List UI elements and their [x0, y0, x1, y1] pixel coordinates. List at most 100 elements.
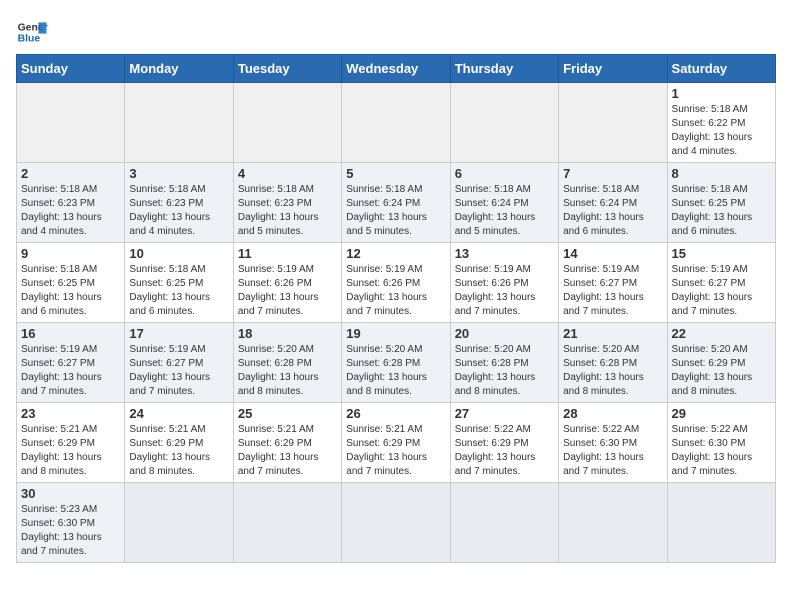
day-number: 30 [21, 486, 120, 501]
calendar-week-row: 23Sunrise: 5:21 AM Sunset: 6:29 PM Dayli… [17, 403, 776, 483]
day-number: 6 [455, 166, 554, 181]
calendar-cell [233, 83, 341, 163]
calendar-cell [450, 483, 558, 563]
day-info: Sunrise: 5:23 AM Sunset: 6:30 PM Dayligh… [21, 503, 120, 559]
calendar-week-row: 1Sunrise: 5:18 AM Sunset: 6:22 PM Daylig… [17, 83, 776, 163]
day-info: Sunrise: 5:20 AM Sunset: 6:28 PM Dayligh… [346, 343, 445, 399]
day-number: 10 [129, 246, 228, 261]
calendar-cell: 19 Sunrise: 5:20 AM Sunset: 6:28 PM Dayli… [342, 323, 450, 403]
day-number: 20 [455, 326, 554, 341]
day-info: Sunrise: 5:22 AM Sunset: 6:29 PM Dayligh… [455, 423, 554, 479]
generalblue-logo-icon: General Blue [16, 16, 48, 48]
page-header: General Blue [16, 16, 776, 48]
calendar-cell [450, 83, 558, 163]
calendar-week-row: 16 Sunrise: 5:19 AM Sunset: 6:27 PM Dayli… [17, 323, 776, 403]
column-header-monday: Monday [125, 55, 233, 83]
day-info: Sunrise: 5:18 AM Sunset: 6:23 PM Dayligh… [238, 183, 337, 239]
calendar-cell: 27Sunrise: 5:22 AM Sunset: 6:29 PM Dayli… [450, 403, 558, 483]
column-header-tuesday: Tuesday [233, 55, 341, 83]
column-header-thursday: Thursday [450, 55, 558, 83]
day-number: 13 [455, 246, 554, 261]
day-info: Sunrise: 5:20 AM Sunset: 6:28 PM Dayligh… [563, 343, 662, 399]
day-number: 3 [129, 166, 228, 181]
day-number: 5 [346, 166, 445, 181]
calendar-cell [667, 483, 775, 563]
svg-text:Blue: Blue [18, 34, 41, 45]
day-info: Sunrise: 5:18 AM Sunset: 6:24 PM Dayligh… [455, 183, 554, 239]
calendar-cell: 22Sunrise: 5:20 AM Sunset: 6:29 PM Dayli… [667, 323, 775, 403]
calendar-cell: 14 Sunrise: 5:19 AM Sunset: 6:27 PM Dayli… [559, 243, 667, 323]
day-info: Sunrise: 5:18 AM Sunset: 6:23 PM Dayligh… [129, 183, 228, 239]
calendar-cell [559, 83, 667, 163]
day-number: 17 [129, 326, 228, 341]
column-header-saturday: Saturday [667, 55, 775, 83]
calendar-cell [342, 83, 450, 163]
day-info: Sunrise: 5:18 AM Sunset: 6:22 PM Dayligh… [672, 103, 771, 159]
logo: General Blue [16, 16, 48, 48]
calendar-cell: 17 Sunrise: 5:19 AM Sunset: 6:27 PM Dayli… [125, 323, 233, 403]
calendar-cell: 6 Sunrise: 5:18 AM Sunset: 6:24 PM Daylig… [450, 163, 558, 243]
day-number: 24 [129, 406, 228, 421]
calendar-cell: 29Sunrise: 5:22 AM Sunset: 6:30 PM Dayli… [667, 403, 775, 483]
day-number: 18 [238, 326, 337, 341]
day-number: 28 [563, 406, 662, 421]
calendar-cell: 1Sunrise: 5:18 AM Sunset: 6:22 PM Daylig… [667, 83, 775, 163]
calendar-cell: 21 Sunrise: 5:20 AM Sunset: 6:28 PM Dayli… [559, 323, 667, 403]
day-info: Sunrise: 5:19 AM Sunset: 6:27 PM Dayligh… [129, 343, 228, 399]
calendar-cell [17, 83, 125, 163]
day-number: 8 [672, 166, 771, 181]
calendar-cell: 9 Sunrise: 5:18 AM Sunset: 6:25 PM Daylig… [17, 243, 125, 323]
day-info: Sunrise: 5:19 AM Sunset: 6:26 PM Dayligh… [455, 263, 554, 319]
calendar-cell [125, 83, 233, 163]
calendar-cell [233, 483, 341, 563]
day-info: Sunrise: 5:19 AM Sunset: 6:27 PM Dayligh… [672, 263, 771, 319]
calendar-cell: 15 Sunrise: 5:19 AM Sunset: 6:27 PM Dayli… [667, 243, 775, 323]
calendar-cell: 4 Sunrise: 5:18 AM Sunset: 6:23 PM Daylig… [233, 163, 341, 243]
day-number: 2 [21, 166, 120, 181]
calendar-week-row: 9 Sunrise: 5:18 AM Sunset: 6:25 PM Daylig… [17, 243, 776, 323]
day-number: 19 [346, 326, 445, 341]
column-header-sunday: Sunday [17, 55, 125, 83]
column-header-wednesday: Wednesday [342, 55, 450, 83]
calendar-cell: 20 Sunrise: 5:20 AM Sunset: 6:28 PM Dayli… [450, 323, 558, 403]
calendar-cell: 11Sunrise: 5:19 AM Sunset: 6:26 PM Dayli… [233, 243, 341, 323]
calendar-cell [342, 483, 450, 563]
day-info: Sunrise: 5:19 AM Sunset: 6:26 PM Dayligh… [346, 263, 445, 319]
day-info: Sunrise: 5:20 AM Sunset: 6:28 PM Dayligh… [455, 343, 554, 399]
calendar-cell: 26 Sunrise: 5:21 AM Sunset: 6:29 PM Dayli… [342, 403, 450, 483]
day-info: Sunrise: 5:20 AM Sunset: 6:29 PM Dayligh… [672, 343, 771, 399]
day-info: Sunrise: 5:21 AM Sunset: 6:29 PM Dayligh… [238, 423, 337, 479]
calendar-cell: 5 Sunrise: 5:18 AM Sunset: 6:24 PM Daylig… [342, 163, 450, 243]
day-info: Sunrise: 5:21 AM Sunset: 6:29 PM Dayligh… [346, 423, 445, 479]
day-number: 25 [238, 406, 337, 421]
day-info: Sunrise: 5:22 AM Sunset: 6:30 PM Dayligh… [563, 423, 662, 479]
calendar-cell: 28 Sunrise: 5:22 AM Sunset: 6:30 PM Dayli… [559, 403, 667, 483]
day-number: 4 [238, 166, 337, 181]
day-info: Sunrise: 5:19 AM Sunset: 6:27 PM Dayligh… [21, 343, 120, 399]
column-header-friday: Friday [559, 55, 667, 83]
calendar-cell: 8 Sunrise: 5:18 AM Sunset: 6:25 PM Daylig… [667, 163, 775, 243]
day-number: 15 [672, 246, 771, 261]
calendar-cell: 24Sunrise: 5:21 AM Sunset: 6:29 PM Dayli… [125, 403, 233, 483]
day-info: Sunrise: 5:18 AM Sunset: 6:25 PM Dayligh… [21, 263, 120, 319]
calendar-table: SundayMondayTuesdayWednesdayThursdayFrid… [16, 54, 776, 563]
day-info: Sunrise: 5:18 AM Sunset: 6:23 PM Dayligh… [21, 183, 120, 239]
calendar-cell: 25 Sunrise: 5:21 AM Sunset: 6:29 PM Dayli… [233, 403, 341, 483]
calendar-week-row: 30 Sunrise: 5:23 AM Sunset: 6:30 PM Dayli… [17, 483, 776, 563]
calendar-cell: 23Sunrise: 5:21 AM Sunset: 6:29 PM Dayli… [17, 403, 125, 483]
day-number: 14 [563, 246, 662, 261]
day-info: Sunrise: 5:18 AM Sunset: 6:25 PM Dayligh… [672, 183, 771, 239]
day-number: 21 [563, 326, 662, 341]
day-info: Sunrise: 5:18 AM Sunset: 6:24 PM Dayligh… [346, 183, 445, 239]
calendar-cell: 2 Sunrise: 5:18 AM Sunset: 6:23 PM Daylig… [17, 163, 125, 243]
day-info: Sunrise: 5:19 AM Sunset: 6:27 PM Dayligh… [563, 263, 662, 319]
day-number: 16 [21, 326, 120, 341]
calendar-cell: 13 Sunrise: 5:19 AM Sunset: 6:26 PM Dayli… [450, 243, 558, 323]
day-number: 7 [563, 166, 662, 181]
day-info: Sunrise: 5:18 AM Sunset: 6:25 PM Dayligh… [129, 263, 228, 319]
day-info: Sunrise: 5:21 AM Sunset: 6:29 PM Dayligh… [21, 423, 120, 479]
calendar-cell: 18 Sunrise: 5:20 AM Sunset: 6:28 PM Dayli… [233, 323, 341, 403]
day-number: 9 [21, 246, 120, 261]
day-number: 26 [346, 406, 445, 421]
day-info: Sunrise: 5:20 AM Sunset: 6:28 PM Dayligh… [238, 343, 337, 399]
